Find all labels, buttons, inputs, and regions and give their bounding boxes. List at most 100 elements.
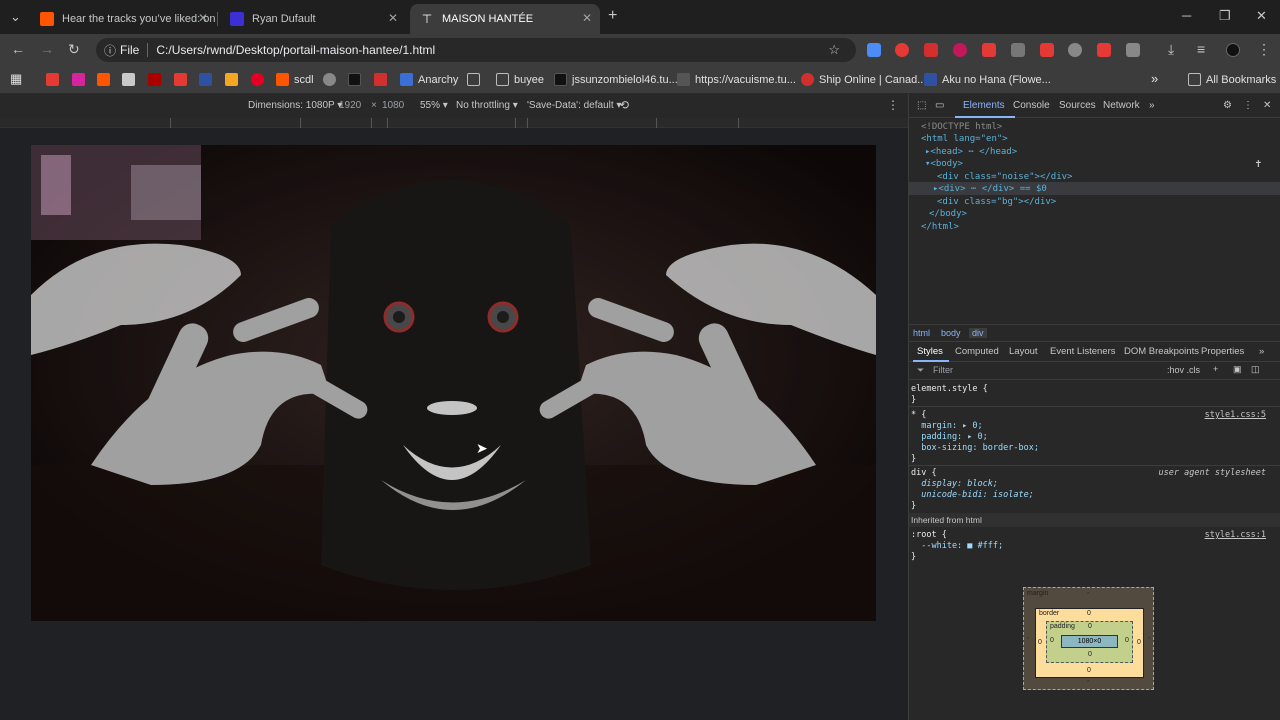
zoom-select[interactable]: 55% ▾ — [420, 100, 448, 111]
page-render[interactable]: ➤ — [31, 145, 876, 621]
bookmark-youtube[interactable] — [46, 73, 64, 86]
menu-icon[interactable]: ⋮ — [1257, 41, 1271, 58]
styles-filter[interactable]: ⏷ Filter :hov .cls + ▣ ◫ — [909, 362, 1280, 380]
extension-icon[interactable] — [1097, 43, 1111, 57]
tab-elements[interactable]: Elements — [963, 100, 1005, 111]
more-tabs-icon[interactable]: » — [1149, 100, 1155, 111]
bookmark-star-icon[interactable]: ☆ — [828, 42, 840, 58]
style-line[interactable]: --white: ■ #fff; — [911, 541, 1003, 552]
dom-line[interactable]: </html> — [921, 221, 959, 234]
bookmark-anarchy[interactable]: Anarchy — [400, 73, 458, 86]
accessibility-icon[interactable]: ✝ — [1255, 157, 1262, 171]
bookmark-tumblr[interactable]: jssunzombielol46.tu... — [554, 73, 678, 86]
bookmark-gmail[interactable] — [122, 73, 140, 86]
close-icon[interactable]: ✕ — [198, 11, 208, 25]
bookmark-terminal[interactable] — [348, 73, 366, 86]
more-bookmarks-icon[interactable]: » — [1151, 71, 1158, 86]
tab-console[interactable]: Console — [1013, 100, 1050, 111]
bookmark-mal[interactable] — [199, 73, 217, 86]
save-data-select[interactable]: 'Save-Data': default ▾ — [527, 100, 621, 111]
dom-line[interactable]: <div class="bg"></div> — [937, 196, 1056, 209]
download-icon[interactable]: ⤓ — [1168, 41, 1174, 58]
dom-line[interactable]: <html lang="en"> — [921, 133, 1008, 146]
bookmark-site[interactable] — [225, 73, 243, 86]
more-options-icon[interactable]: ⋮ — [887, 98, 899, 112]
tab-search-icon[interactable]: ⌄ — [10, 9, 21, 25]
reload-icon[interactable]: ↻ — [68, 41, 80, 58]
breadcrumb-body[interactable]: body — [941, 328, 961, 338]
rotate-icon[interactable]: ⟲ — [619, 98, 629, 112]
dom-line-selected[interactable]: ▸<div> ⋯ </div> == $0 — [933, 183, 1047, 196]
height-input[interactable]: 1080 — [382, 100, 404, 111]
tab-soundcloud[interactable]: Hear the tracks you’ve liked: on ✕ — [30, 4, 216, 34]
style-line[interactable]: margin: ▸ 0; — [911, 421, 982, 432]
media-icon[interactable]: ≡ — [1197, 41, 1205, 57]
bookmark-instagram[interactable] — [72, 73, 90, 86]
bookmark-folder[interactable] — [467, 73, 485, 86]
pause-icon[interactable] — [1011, 43, 1025, 57]
style-line[interactable]: * { — [911, 410, 926, 421]
style-line[interactable]: padding: ▸ 0; — [911, 432, 988, 443]
style-line[interactable]: box-sizing: border-box; — [911, 443, 1039, 454]
info-icon[interactable]: ⓘ — [104, 42, 116, 59]
close-window-icon[interactable]: ✕ — [1256, 8, 1267, 24]
puzzle-icon[interactable] — [1126, 43, 1140, 57]
breadcrumb-html[interactable]: html — [913, 328, 930, 338]
close-devtools-icon[interactable]: ✕ — [1263, 100, 1271, 111]
subtab-properties[interactable]: Properties — [1201, 346, 1244, 357]
subtab-styles[interactable]: Styles — [917, 346, 943, 357]
subtab-event-listeners[interactable]: Event Listeners — [1050, 346, 1115, 357]
dom-line[interactable]: <!DOCTYPE html> — [921, 121, 1002, 134]
avatar[interactable] — [1226, 43, 1240, 57]
style-source-link[interactable]: style1.css:5 — [1205, 410, 1266, 421]
device-toggle-icon[interactable]: ▭ — [935, 100, 944, 111]
style-line[interactable]: element.style { — [911, 384, 988, 395]
extension-icon[interactable] — [924, 43, 938, 57]
new-tab-icon[interactable]: + — [608, 7, 617, 25]
bookmark-vacuisme[interactable]: https://vacuisme.tu... — [677, 73, 796, 86]
tab-ryan-dufault[interactable]: Ryan Dufault ✕ — [220, 4, 406, 34]
new-rule-icon[interactable]: + — [1213, 364, 1218, 374]
sidebar-toggle-icon[interactable]: ◫ — [1251, 364, 1260, 375]
bookmark-buyee[interactable]: buyee — [496, 73, 544, 86]
all-bookmarks[interactable]: All Bookmarks — [1188, 73, 1276, 86]
minimize-icon[interactable]: ─ — [1182, 8, 1191, 23]
tab-sources[interactable]: Sources — [1059, 100, 1096, 111]
bookmark-aku-no-hana[interactable]: Aku no Hana (Flowe... — [924, 73, 1051, 86]
back-icon[interactable]: ← — [11, 41, 25, 57]
extension-icon[interactable] — [895, 43, 909, 57]
restore-icon[interactable]: ❐ — [1219, 8, 1231, 24]
extension-icon[interactable] — [1068, 43, 1082, 57]
close-icon[interactable]: ✕ — [582, 11, 592, 25]
subtab-computed[interactable]: Computed — [955, 346, 999, 357]
dom-line[interactable]: ▸<head> ⋯ </head> — [925, 146, 1017, 159]
width-input[interactable]: 1920 — [339, 100, 361, 111]
bookmark-site[interactable] — [148, 73, 166, 86]
breadcrumb-div[interactable]: div — [969, 328, 987, 338]
throttling-select[interactable]: No throttling ▾ — [456, 100, 518, 111]
tab-network[interactable]: Network — [1103, 100, 1140, 111]
forward-icon[interactable]: → — [40, 41, 54, 57]
dom-line[interactable]: ▾<body> — [925, 158, 963, 171]
bookmark-site[interactable] — [374, 73, 392, 86]
bookmark-ship-online[interactable]: Ship Online | Canad... — [801, 73, 926, 86]
subtab-dom-breakpoints[interactable]: DOM Breakpoints — [1124, 346, 1199, 357]
address-bar[interactable]: ⓘ File C:/Users/rwnd/Desktop/portail-mai… — [96, 38, 856, 62]
dimensions-select[interactable]: Dimensions: 1080P ▾ — [248, 100, 342, 111]
dom-line[interactable]: </body> — [929, 208, 967, 221]
tab-maison-hantee[interactable]: ⊤ MAISON HANTÉE ✕ — [410, 4, 600, 34]
more-subtabs-icon[interactable]: » — [1259, 346, 1264, 357]
filter-input[interactable]: Filter — [933, 365, 953, 375]
style-line[interactable]: div { — [911, 468, 937, 479]
url-text[interactable]: C:/Users/rwnd/Desktop/portail-maison-han… — [156, 43, 435, 57]
style-line[interactable]: :root { — [911, 530, 947, 541]
extension-icon[interactable] — [1040, 43, 1054, 57]
computed-toggle-icon[interactable]: ▣ — [1233, 364, 1242, 375]
extension-icon[interactable] — [982, 43, 996, 57]
hov-cls-toggles[interactable]: :hov .cls — [1167, 365, 1200, 375]
extension-icon[interactable] — [953, 43, 967, 57]
close-icon[interactable]: ✕ — [388, 11, 398, 25]
devtools-menu-icon[interactable]: ⋮ — [1243, 100, 1253, 111]
bookmark-site[interactable] — [323, 73, 341, 86]
extension-icon[interactable] — [867, 43, 881, 57]
